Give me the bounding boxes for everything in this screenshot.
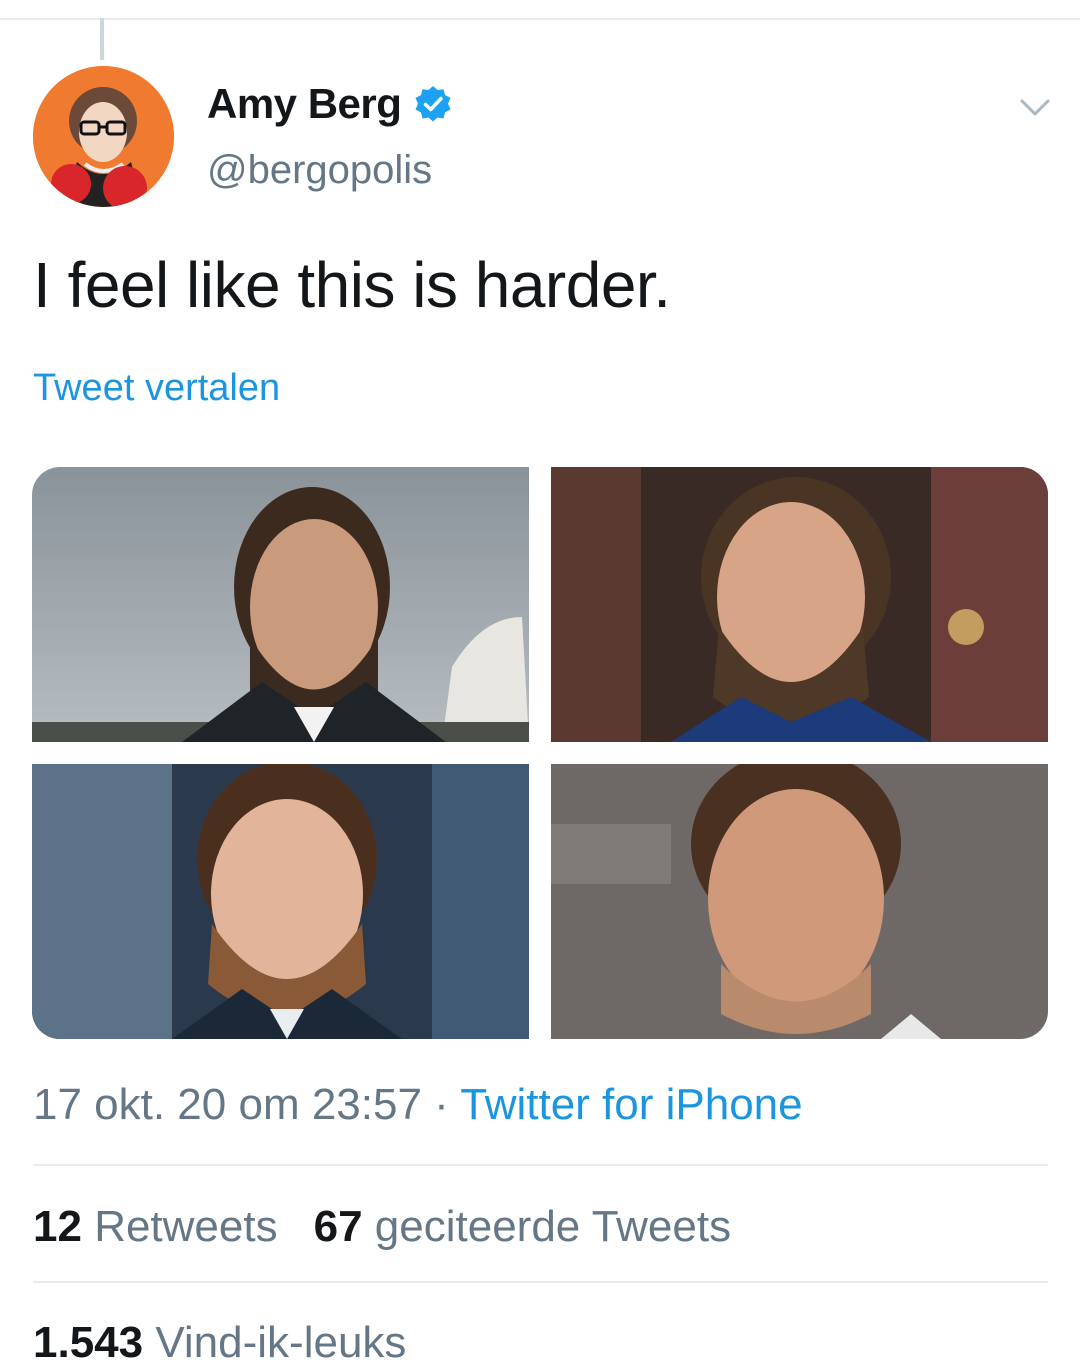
media-photo-3[interactable] [32,764,529,1039]
divider-top-stats [33,1164,1048,1166]
thread-connector-line [100,18,104,60]
media-photo-2[interactable] [551,467,1048,742]
author-name-row[interactable]: Amy Berg [207,80,453,128]
engagement-stats: 12 Retweets 67 geciteerde Tweets [33,1202,731,1252]
divider-bottom-stats [33,1281,1048,1283]
avatar[interactable] [33,66,174,207]
media-grid [32,467,1048,1039]
retweets-count: 12 [33,1202,82,1251]
top-divider [0,18,1080,20]
tweet-text: I feel like this is harder. [33,249,671,321]
author-display-name[interactable]: Amy Berg [207,80,402,128]
likes-stat[interactable]: 1.543 Vind-ik-leuks [33,1318,406,1368]
likes-label: Vind-ik-leuks [155,1318,407,1367]
translate-tweet-link[interactable]: Tweet vertalen [33,367,280,410]
metadata-separator: · [421,1080,461,1129]
likes-count: 1.543 [33,1318,144,1367]
retweets-stat[interactable]: 12 Retweets [33,1202,278,1252]
quotes-count: 67 [313,1202,363,1251]
chevron-down-icon[interactable] [1016,88,1054,126]
tweet-metadata: 17 okt. 20 om 23:57 · Twitter for iPhone [33,1080,803,1130]
retweets-label: Retweets [94,1202,278,1251]
tweet-timestamp[interactable]: 17 okt. 20 om 23:57 [33,1080,422,1129]
quotes-stat[interactable]: 67 geciteerde Tweets [314,1202,731,1252]
verified-badge-icon [413,84,453,124]
media-photo-1[interactable] [32,467,529,742]
author-handle[interactable]: @bergopolis [207,148,432,193]
tweet-source-link[interactable]: Twitter for iPhone [460,1080,802,1129]
media-photo-4[interactable] [551,764,1048,1039]
quotes-label: geciteerde Tweets [374,1202,732,1251]
